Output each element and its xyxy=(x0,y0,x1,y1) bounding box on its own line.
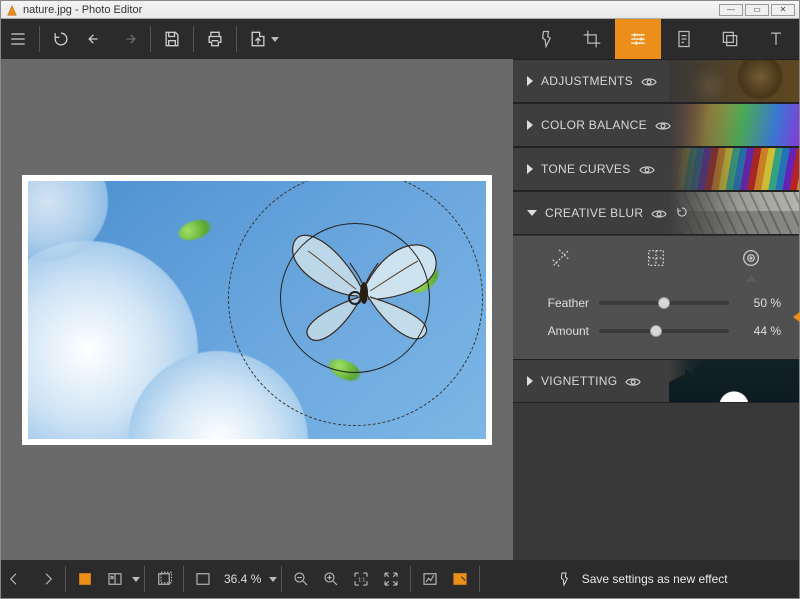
zoom-actual-button[interactable]: 1:1 xyxy=(346,560,376,598)
rotate-button[interactable] xyxy=(149,560,179,598)
blur-mode-radial[interactable] xyxy=(737,244,765,272)
zoom-out-button[interactable] xyxy=(286,560,316,598)
reset-icon[interactable] xyxy=(675,205,689,222)
slider-label: Amount xyxy=(531,324,589,338)
zoom-fit-button[interactable] xyxy=(376,560,406,598)
slider-amount-value: 44 % xyxy=(739,324,781,338)
histogram-button[interactable] xyxy=(415,560,445,598)
navigator-button[interactable] xyxy=(445,560,475,598)
section-vignetting[interactable]: VIGNETTING xyxy=(513,359,799,403)
section-color-balance[interactable]: COLOR BALANCE xyxy=(513,103,799,147)
section-label: VIGNETTING xyxy=(541,374,617,388)
tab-retouch[interactable] xyxy=(661,19,707,59)
tab-crop[interactable] xyxy=(569,19,615,59)
visibility-icon[interactable] xyxy=(651,208,667,218)
expand-icon xyxy=(527,76,533,86)
svg-text:1:1: 1:1 xyxy=(358,577,365,583)
zoom-readout: 36.4 % xyxy=(218,572,267,586)
prev-image-button[interactable] xyxy=(1,560,31,598)
expand-icon xyxy=(527,120,533,130)
save-as-effect-button[interactable]: Save settings as new effect xyxy=(484,570,799,588)
slider-label: Feather xyxy=(531,296,589,310)
slider-feather: Feather 50 % xyxy=(531,289,781,317)
window-maximize-button[interactable]: ▭ xyxy=(745,4,769,16)
print-button[interactable] xyxy=(198,19,232,59)
slider-feather-track[interactable] xyxy=(599,301,729,305)
expand-icon xyxy=(527,376,533,386)
window-title: nature.jpg - Photo Editor xyxy=(23,4,142,16)
menu-button[interactable] xyxy=(1,19,35,59)
save-button[interactable] xyxy=(155,19,189,59)
slider-feather-value: 50 % xyxy=(739,296,781,310)
tab-text[interactable] xyxy=(753,19,799,59)
zoom-in-button[interactable] xyxy=(316,560,346,598)
section-label: CREATIVE BLUR xyxy=(545,206,643,220)
section-creative-blur[interactable]: CREATIVE BLUR xyxy=(513,191,799,235)
visibility-icon[interactable] xyxy=(641,76,657,86)
visibility-icon[interactable] xyxy=(625,376,641,386)
undo-button[interactable] xyxy=(78,19,112,59)
canvas-area[interactable] xyxy=(1,59,513,560)
expand-icon xyxy=(527,164,533,174)
app-icon xyxy=(5,3,19,17)
revert-button[interactable] xyxy=(44,19,78,59)
visibility-icon[interactable] xyxy=(639,164,655,174)
redo-button[interactable] xyxy=(112,19,146,59)
fit-screen-button[interactable] xyxy=(188,560,218,598)
slider-amount-track[interactable] xyxy=(599,329,729,333)
side-tabs xyxy=(523,19,799,59)
slider-amount-thumb[interactable] xyxy=(650,325,662,337)
titlebar: nature.jpg - Photo Editor — ▭ ✕ xyxy=(1,1,799,19)
status-bar: 36.4 % 1:1 Save settings as new effect xyxy=(1,560,799,598)
tab-effects[interactable] xyxy=(523,19,569,59)
blur-center-handle[interactable] xyxy=(348,291,362,305)
view-compare-caret[interactable] xyxy=(132,577,140,582)
image-canvas[interactable] xyxy=(28,181,486,439)
save-as-effect-label: Save settings as new effect xyxy=(582,572,728,586)
export-button[interactable] xyxy=(241,19,275,59)
app-body: ADJUSTMENTS COLOR BALANCE xyxy=(1,19,799,598)
view-single-button[interactable] xyxy=(70,560,100,598)
tab-overlay[interactable] xyxy=(707,19,753,59)
next-image-button[interactable] xyxy=(31,560,61,598)
right-panel: ADJUSTMENTS COLOR BALANCE xyxy=(513,59,799,560)
visibility-icon[interactable] xyxy=(655,120,671,130)
slider-feather-thumb[interactable] xyxy=(658,297,670,309)
top-toolbar xyxy=(1,19,799,59)
export-dropdown-caret[interactable] xyxy=(271,37,279,42)
view-compare-button[interactable] xyxy=(100,560,130,598)
section-label: COLOR BALANCE xyxy=(541,118,647,132)
section-label: TONE CURVES xyxy=(541,162,631,176)
slider-amount: Amount 44 % xyxy=(531,317,781,345)
section-label: ADJUSTMENTS xyxy=(541,74,633,88)
collapse-icon xyxy=(527,210,537,216)
app-window: nature.jpg - Photo Editor — ▭ ✕ xyxy=(0,0,800,599)
panel-flyout-handle[interactable] xyxy=(793,311,800,323)
zoom-dropdown-caret[interactable] xyxy=(269,577,277,582)
section-adjustments[interactable]: ADJUSTMENTS xyxy=(513,59,799,103)
blur-mode-linear[interactable] xyxy=(547,244,575,272)
window-minimize-button[interactable]: — xyxy=(719,4,743,16)
window-close-button[interactable]: ✕ xyxy=(771,4,795,16)
creative-blur-options: Feather 50 % Amount 44 % xyxy=(513,235,799,359)
section-tone-curves[interactable]: TONE CURVES xyxy=(513,147,799,191)
blur-mode-grid[interactable] xyxy=(642,244,670,272)
tab-adjust[interactable] xyxy=(615,19,661,59)
